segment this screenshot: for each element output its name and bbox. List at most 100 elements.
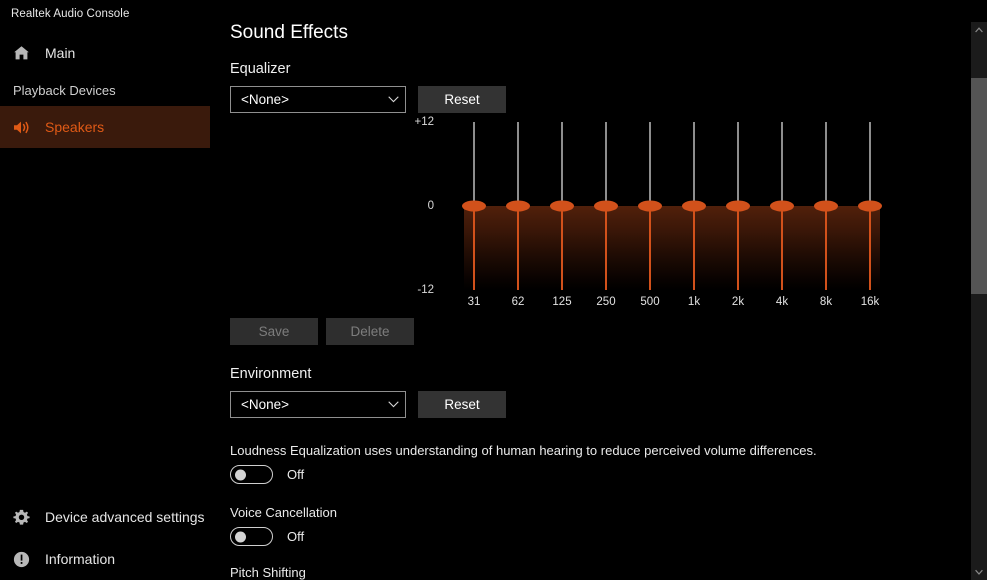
realtek-audio-console-window: Realtek Audio Console Main Playback Devi… <box>0 0 987 580</box>
speaker-icon <box>13 120 41 135</box>
equalizer-band-31[interactable] <box>473 122 475 290</box>
sidebar-group-playback-devices: Playback Devices <box>0 74 210 106</box>
equalizer-band-track-upper <box>473 122 475 206</box>
equalizer-band-8k[interactable] <box>825 122 827 290</box>
environment-reset-label: Reset <box>444 397 479 412</box>
equalizer-band-handle[interactable] <box>638 201 662 212</box>
equalizer-band-track-lower <box>693 206 695 290</box>
equalizer-band-track-upper <box>561 122 563 206</box>
equalizer-frequency-label: 31 <box>468 296 481 308</box>
equalizer-band-track-lower <box>605 206 607 290</box>
scrollbar-thumb[interactable] <box>971 78 987 294</box>
page-title: Sound Effects <box>230 22 348 44</box>
sidebar-item-device-advanced-settings[interactable]: Device advanced settings <box>0 496 210 538</box>
equalizer-band-track-upper <box>869 122 871 206</box>
gear-icon <box>13 509 41 526</box>
equalizer-band-track-lower <box>737 206 739 290</box>
equalizer-band-track-upper <box>825 122 827 206</box>
equalizer-save-button[interactable]: Save <box>230 318 318 345</box>
voice-cancellation-toggle-row: Off <box>230 527 304 546</box>
equalizer-band-500[interactable] <box>649 122 651 290</box>
equalizer-preset-select[interactable]: <None> <box>230 86 406 113</box>
sidebar-item-label: Speakers <box>45 119 104 135</box>
equalizer-frequency-label: 250 <box>596 296 615 308</box>
equalizer-band-track-lower <box>561 206 563 290</box>
equalizer-band-125[interactable] <box>561 122 563 290</box>
loudness-equalization-toggle-row: Off <box>230 465 304 484</box>
equalizer-band-track-upper <box>693 122 695 206</box>
equalizer-band-250[interactable] <box>605 122 607 290</box>
toggle-knob <box>235 469 246 480</box>
scroll-up-arrow-icon[interactable] <box>971 22 987 38</box>
home-icon <box>13 45 41 61</box>
equalizer-frequency-label: 1k <box>688 296 700 308</box>
sidebar-item-main[interactable]: Main <box>0 32 210 74</box>
equalizer-save-label: Save <box>259 324 290 339</box>
equalizer-band-track-lower <box>781 206 783 290</box>
equalizer-band-handle[interactable] <box>726 201 750 212</box>
equalizer-band-62[interactable] <box>517 122 519 290</box>
equalizer-gradient-fill <box>464 206 880 290</box>
loudness-equalization-toggle[interactable] <box>230 465 273 484</box>
equalizer-frequency-label: 16k <box>861 296 880 308</box>
equalizer-chart: +12 0 -12 31621252505001k2k4k8k16k <box>438 122 888 312</box>
equalizer-delete-button[interactable]: Delete <box>326 318 414 345</box>
sidebar-item-label: Main <box>45 45 75 61</box>
info-icon <box>13 551 41 568</box>
equalizer-frequency-label: 125 <box>552 296 571 308</box>
pitch-shifting-label: Pitch Shifting <box>230 565 306 580</box>
chevron-down-icon <box>388 401 399 408</box>
equalizer-band-handle[interactable] <box>462 201 486 212</box>
loudness-equalization-description: Loudness Equalization uses understanding… <box>230 443 817 458</box>
sidebar-item-label: Device advanced settings <box>45 509 205 525</box>
equalizer-band-handle[interactable] <box>682 201 706 212</box>
voice-cancellation-label: Voice Cancellation <box>230 505 337 520</box>
equalizer-band-handle[interactable] <box>594 201 618 212</box>
equalizer-band-16k[interactable] <box>869 122 871 290</box>
voice-cancellation-state: Off <box>287 529 304 544</box>
environment-preset-select[interactable]: <None> <box>230 391 406 418</box>
sidebar-item-speakers[interactable]: Speakers <box>0 106 210 148</box>
equalizer-reset-label: Reset <box>444 92 479 107</box>
equalizer-plot-area <box>438 122 888 290</box>
sidebar: Main Playback Devices Speakers <box>0 30 210 580</box>
window-title: Realtek Audio Console <box>11 8 129 20</box>
equalizer-frequency-label: 4k <box>776 296 788 308</box>
environment-reset-button[interactable]: Reset <box>418 391 506 418</box>
equalizer-band-handle[interactable] <box>506 201 530 212</box>
loudness-equalization-state: Off <box>287 467 304 482</box>
equalizer-frequency-label: 8k <box>820 296 832 308</box>
equalizer-band-4k[interactable] <box>781 122 783 290</box>
equalizer-band-2k[interactable] <box>737 122 739 290</box>
equalizer-axis-bottom: -12 <box>417 284 434 296</box>
equalizer-reset-button[interactable]: Reset <box>418 86 506 113</box>
equalizer-section-label: Equalizer <box>230 61 290 77</box>
content-scrollbar[interactable] <box>971 22 987 580</box>
equalizer-frequency-label: 2k <box>732 296 744 308</box>
environment-preset-value: <None> <box>241 397 388 412</box>
equalizer-band-1k[interactable] <box>693 122 695 290</box>
equalizer-band-track-lower <box>517 206 519 290</box>
equalizer-band-track-lower <box>649 206 651 290</box>
voice-cancellation-toggle[interactable] <box>230 527 273 546</box>
equalizer-band-handle[interactable] <box>814 201 838 212</box>
equalizer-band-handle[interactable] <box>858 201 882 212</box>
sidebar-item-information[interactable]: Information <box>0 538 210 580</box>
equalizer-band-track-upper <box>517 122 519 206</box>
scroll-down-arrow-icon[interactable] <box>971 564 987 580</box>
equalizer-axis-top: +12 <box>414 116 434 128</box>
environment-section-label: Environment <box>230 366 311 382</box>
main-content: Sound Effects Equalizer <None> Reset +12… <box>210 0 971 580</box>
equalizer-band-track-upper <box>605 122 607 206</box>
equalizer-delete-label: Delete <box>350 324 389 339</box>
sidebar-bottom-group: Device advanced settings Information <box>0 496 210 580</box>
equalizer-band-track-upper <box>781 122 783 206</box>
equalizer-band-track-upper <box>737 122 739 206</box>
equalizer-preset-value: <None> <box>241 92 388 107</box>
equalizer-band-track-upper <box>649 122 651 206</box>
equalizer-band-handle[interactable] <box>550 201 574 212</box>
chevron-down-icon <box>388 96 399 103</box>
equalizer-band-track-lower <box>825 206 827 290</box>
equalizer-band-handle[interactable] <box>770 201 794 212</box>
equalizer-band-track-lower <box>473 206 475 290</box>
